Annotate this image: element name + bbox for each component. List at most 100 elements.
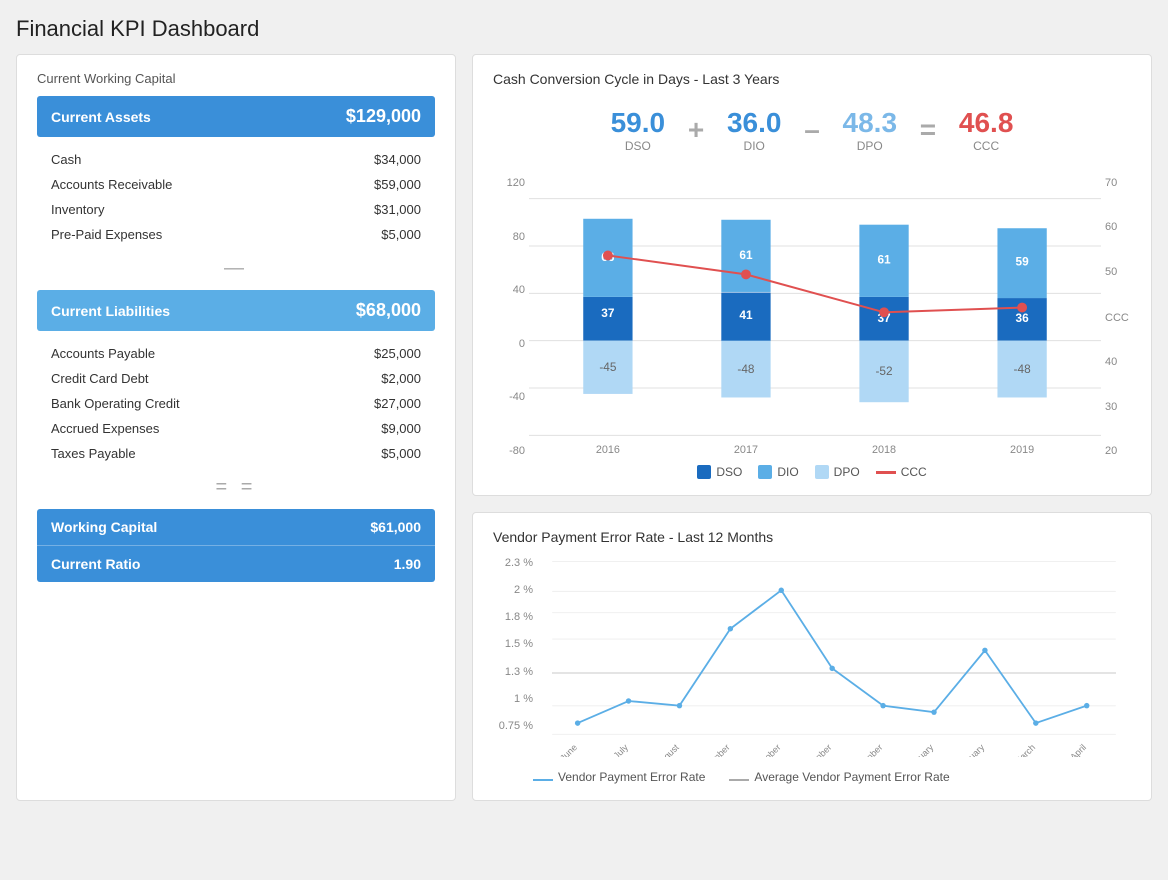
item-name: Bank Operating Credit	[51, 396, 180, 411]
svg-text:61: 61	[739, 248, 753, 262]
item-value: $59,000	[374, 177, 421, 192]
item-value: $27,000	[374, 396, 421, 411]
current-ratio-label: Current Ratio	[51, 556, 140, 572]
working-capital-label: Working Capital	[51, 519, 157, 535]
ccc-chart-title: Cash Conversion Cycle in Days - Last 3 Y…	[493, 71, 1131, 87]
item-value: $2,000	[381, 371, 421, 386]
svg-text:2018: 2018	[872, 444, 896, 456]
vendor-line-color	[533, 779, 553, 781]
svg-text:-48: -48	[1014, 362, 1032, 376]
footer-bar: Working Capital $61,000 Current Ratio 1.…	[37, 509, 435, 582]
svg-text:-52: -52	[875, 364, 892, 378]
liabilities-line-items: Accounts Payable $25,000 Credit Card Deb…	[41, 341, 431, 466]
avg-line-color	[729, 779, 749, 781]
svg-text:37: 37	[601, 306, 615, 320]
equals-separator: = =	[37, 476, 435, 499]
vendor-chart-area: 2018 June 2018 July 2018 August 2018 Sep…	[537, 557, 1131, 762]
svg-text:2018 June: 2018 June	[542, 742, 579, 757]
svg-text:2016: 2016	[596, 444, 620, 456]
section-title: Current Working Capital	[37, 71, 435, 86]
legend-ccc: CCC	[876, 465, 927, 479]
svg-text:2019: 2019	[1010, 444, 1034, 456]
ccc-value: 46.8	[946, 107, 1026, 139]
item-value: $5,000	[381, 446, 421, 461]
svg-text:-48: -48	[737, 362, 755, 376]
liabilities-header: Current Liabilities $68,000	[37, 290, 435, 331]
bar-chart-legend: DSO DIO DPO CCC	[493, 465, 1131, 479]
svg-text:2018 July: 2018 July	[595, 742, 630, 757]
item-name: Accounts Receivable	[51, 177, 172, 192]
dio-label: DIO	[714, 139, 794, 153]
item-name: Taxes Payable	[51, 446, 136, 461]
item-name: Accrued Expenses	[51, 421, 159, 436]
bar-chart-area: .grid-line { stroke: #e0e0e0; stroke-wid…	[529, 177, 1101, 457]
dpo-box: 48.3 DPO	[830, 107, 910, 153]
item-name: Cash	[51, 152, 81, 167]
line-item: Accounts Payable $25,000	[41, 341, 431, 366]
vendor-line-legend: Vendor Payment Error Rate	[533, 770, 705, 784]
svg-text:61: 61	[877, 253, 891, 267]
dpo-legend-label: DPO	[834, 465, 860, 479]
avg-line-legend: Average Vendor Payment Error Rate	[729, 770, 949, 784]
item-value: $31,000	[374, 202, 421, 217]
dio-box: 36.0 DIO	[714, 107, 794, 153]
item-name: Pre-Paid Expenses	[51, 227, 162, 242]
svg-text:41: 41	[739, 308, 753, 322]
item-value: $9,000	[381, 421, 421, 436]
assets-value: $129,000	[346, 106, 421, 127]
line-item: Taxes Payable $5,000	[41, 441, 431, 466]
y-axis-left: 120 80 40 0 -40 -80	[493, 177, 529, 457]
ccc-box: 46.8 CCC	[946, 107, 1026, 153]
svg-text:2019 April: 2019 April	[1053, 742, 1089, 757]
item-value: $25,000	[374, 346, 421, 361]
avg-line-label: Average Vendor Payment Error Rate	[754, 770, 949, 784]
line-item: Cash $34,000	[41, 147, 431, 172]
line-item: Accounts Receivable $59,000	[41, 172, 431, 197]
working-capital-value: $61,000	[370, 519, 421, 535]
svg-text:59: 59	[1016, 255, 1030, 269]
right-panel: Cash Conversion Cycle in Days - Last 3 Y…	[472, 54, 1152, 801]
legend-dso: DSO	[697, 465, 742, 479]
liabilities-label: Current Liabilities	[51, 303, 170, 319]
item-value: $34,000	[374, 152, 421, 167]
vendor-chart-title: Vendor Payment Error Rate - Last 12 Mont…	[493, 529, 1131, 545]
line-item: Bank Operating Credit $27,000	[41, 391, 431, 416]
item-name: Inventory	[51, 202, 104, 217]
legend-dpo: DPO	[815, 465, 860, 479]
legend-dio: DIO	[758, 465, 798, 479]
svg-text:2018 December: 2018 December	[832, 742, 885, 757]
dpo-legend-color	[815, 465, 829, 479]
svg-text:2018 September: 2018 September	[677, 742, 732, 757]
line-item: Pre-Paid Expenses $5,000	[41, 222, 431, 247]
minus-op: –	[804, 114, 820, 146]
dso-label: DSO	[598, 139, 678, 153]
vendor-chart-svg: 2018 June 2018 July 2018 August 2018 Sep…	[537, 557, 1131, 757]
svg-text:36: 36	[1016, 311, 1030, 325]
vendor-chart-card: Vendor Payment Error Rate - Last 12 Mont…	[472, 512, 1152, 801]
dio-legend-label: DIO	[777, 465, 798, 479]
dso-value: 59.0	[598, 107, 678, 139]
bar-chart-container: 120 80 40 0 -40 -80 .grid-line { strok	[493, 177, 1131, 457]
liabilities-value: $68,000	[356, 300, 421, 321]
vendor-line-label: Vendor Payment Error Rate	[558, 770, 705, 784]
working-capital-row: Working Capital $61,000	[37, 509, 435, 546]
item-value: $5,000	[381, 227, 421, 242]
line-item: Inventory $31,000	[41, 197, 431, 222]
svg-text:-45: -45	[599, 360, 617, 374]
left-panel: Current Working Capital Current Assets $…	[16, 54, 456, 801]
bar-chart-svg: .grid-line { stroke: #e0e0e0; stroke-wid…	[529, 177, 1101, 457]
dio-value: 36.0	[714, 107, 794, 139]
ccc-summary: 59.0 DSO + 36.0 DIO – 48.3 DPO = 46.8 CC…	[493, 99, 1131, 161]
dpo-label: DPO	[830, 139, 910, 153]
equals-op: =	[920, 114, 936, 146]
ccc-chart-card: Cash Conversion Cycle in Days - Last 3 Y…	[472, 54, 1152, 496]
dso-legend-color	[697, 465, 711, 479]
svg-text:2019 March: 2019 March	[996, 742, 1037, 757]
item-name: Accounts Payable	[51, 346, 155, 361]
dio-legend-color	[758, 465, 772, 479]
ccc-legend-line	[876, 471, 896, 474]
svg-text:2018 November: 2018 November	[781, 742, 834, 757]
dpo-value: 48.3	[830, 107, 910, 139]
item-name: Credit Card Debt	[51, 371, 149, 386]
ccc-legend-label: CCC	[901, 465, 927, 479]
